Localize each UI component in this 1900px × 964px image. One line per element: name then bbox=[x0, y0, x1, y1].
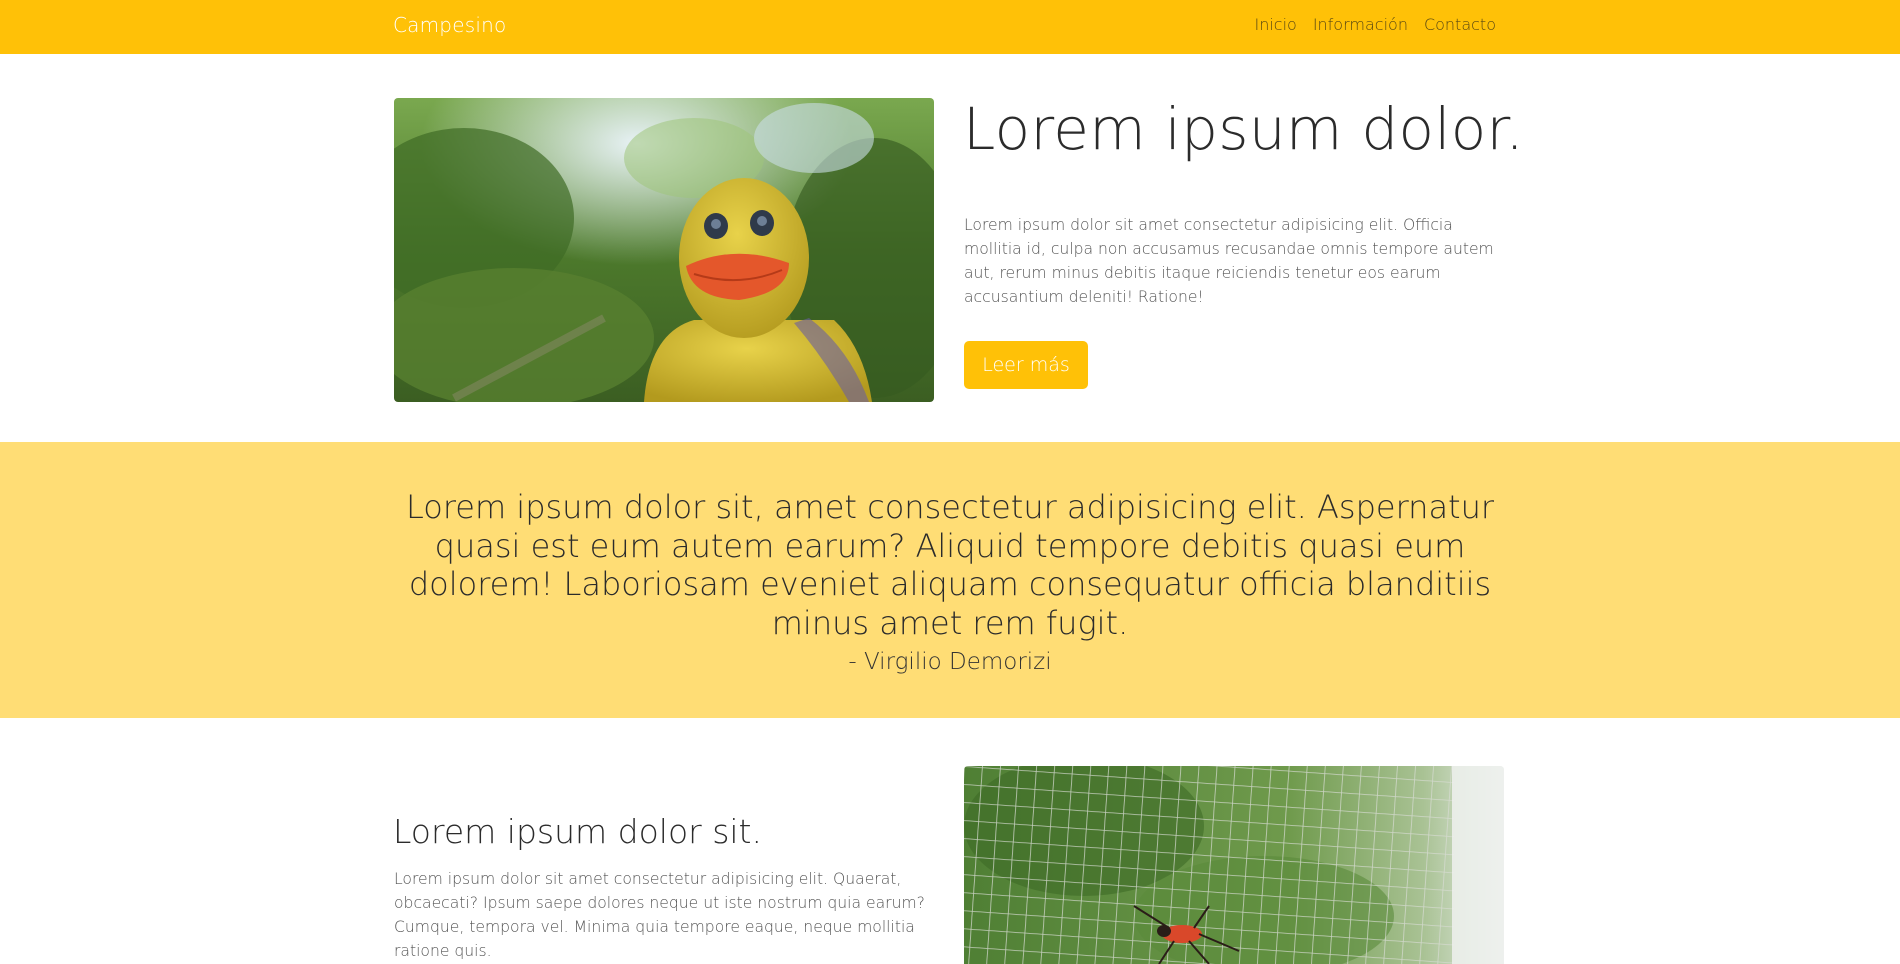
brand-logo-link[interactable]: Campesino bbox=[393, 13, 506, 37]
read-more-button[interactable]: Leer más bbox=[964, 341, 1088, 389]
quote-author: - Virgilio Demorizi bbox=[848, 649, 1052, 675]
nav-link-contacto[interactable]: Contacto bbox=[1424, 15, 1496, 34]
section-title: Lorem ipsum dolor sit. bbox=[393, 812, 762, 851]
insect-mesh-image bbox=[964, 766, 1504, 964]
nav-menu: Inicio Información Contacto bbox=[1254, 15, 1496, 34]
quote-text: Lorem ipsum dolor sit, amet consectetur … bbox=[405, 488, 1495, 642]
hero-description: Lorem ipsum dolor sit amet consectetur a… bbox=[964, 216, 1494, 306]
nav-link-informacion[interactable]: Información bbox=[1313, 15, 1408, 34]
hero-title: Lorem ipsum dolor. bbox=[963, 95, 1525, 163]
navbar: Campesino Inicio Información Contacto bbox=[0, 0, 1900, 54]
section-description: Lorem ipsum dolor sit amet consectetur a… bbox=[394, 870, 925, 960]
hero-duck-image bbox=[394, 98, 934, 402]
nav-link-inicio[interactable]: Inicio bbox=[1254, 15, 1296, 34]
